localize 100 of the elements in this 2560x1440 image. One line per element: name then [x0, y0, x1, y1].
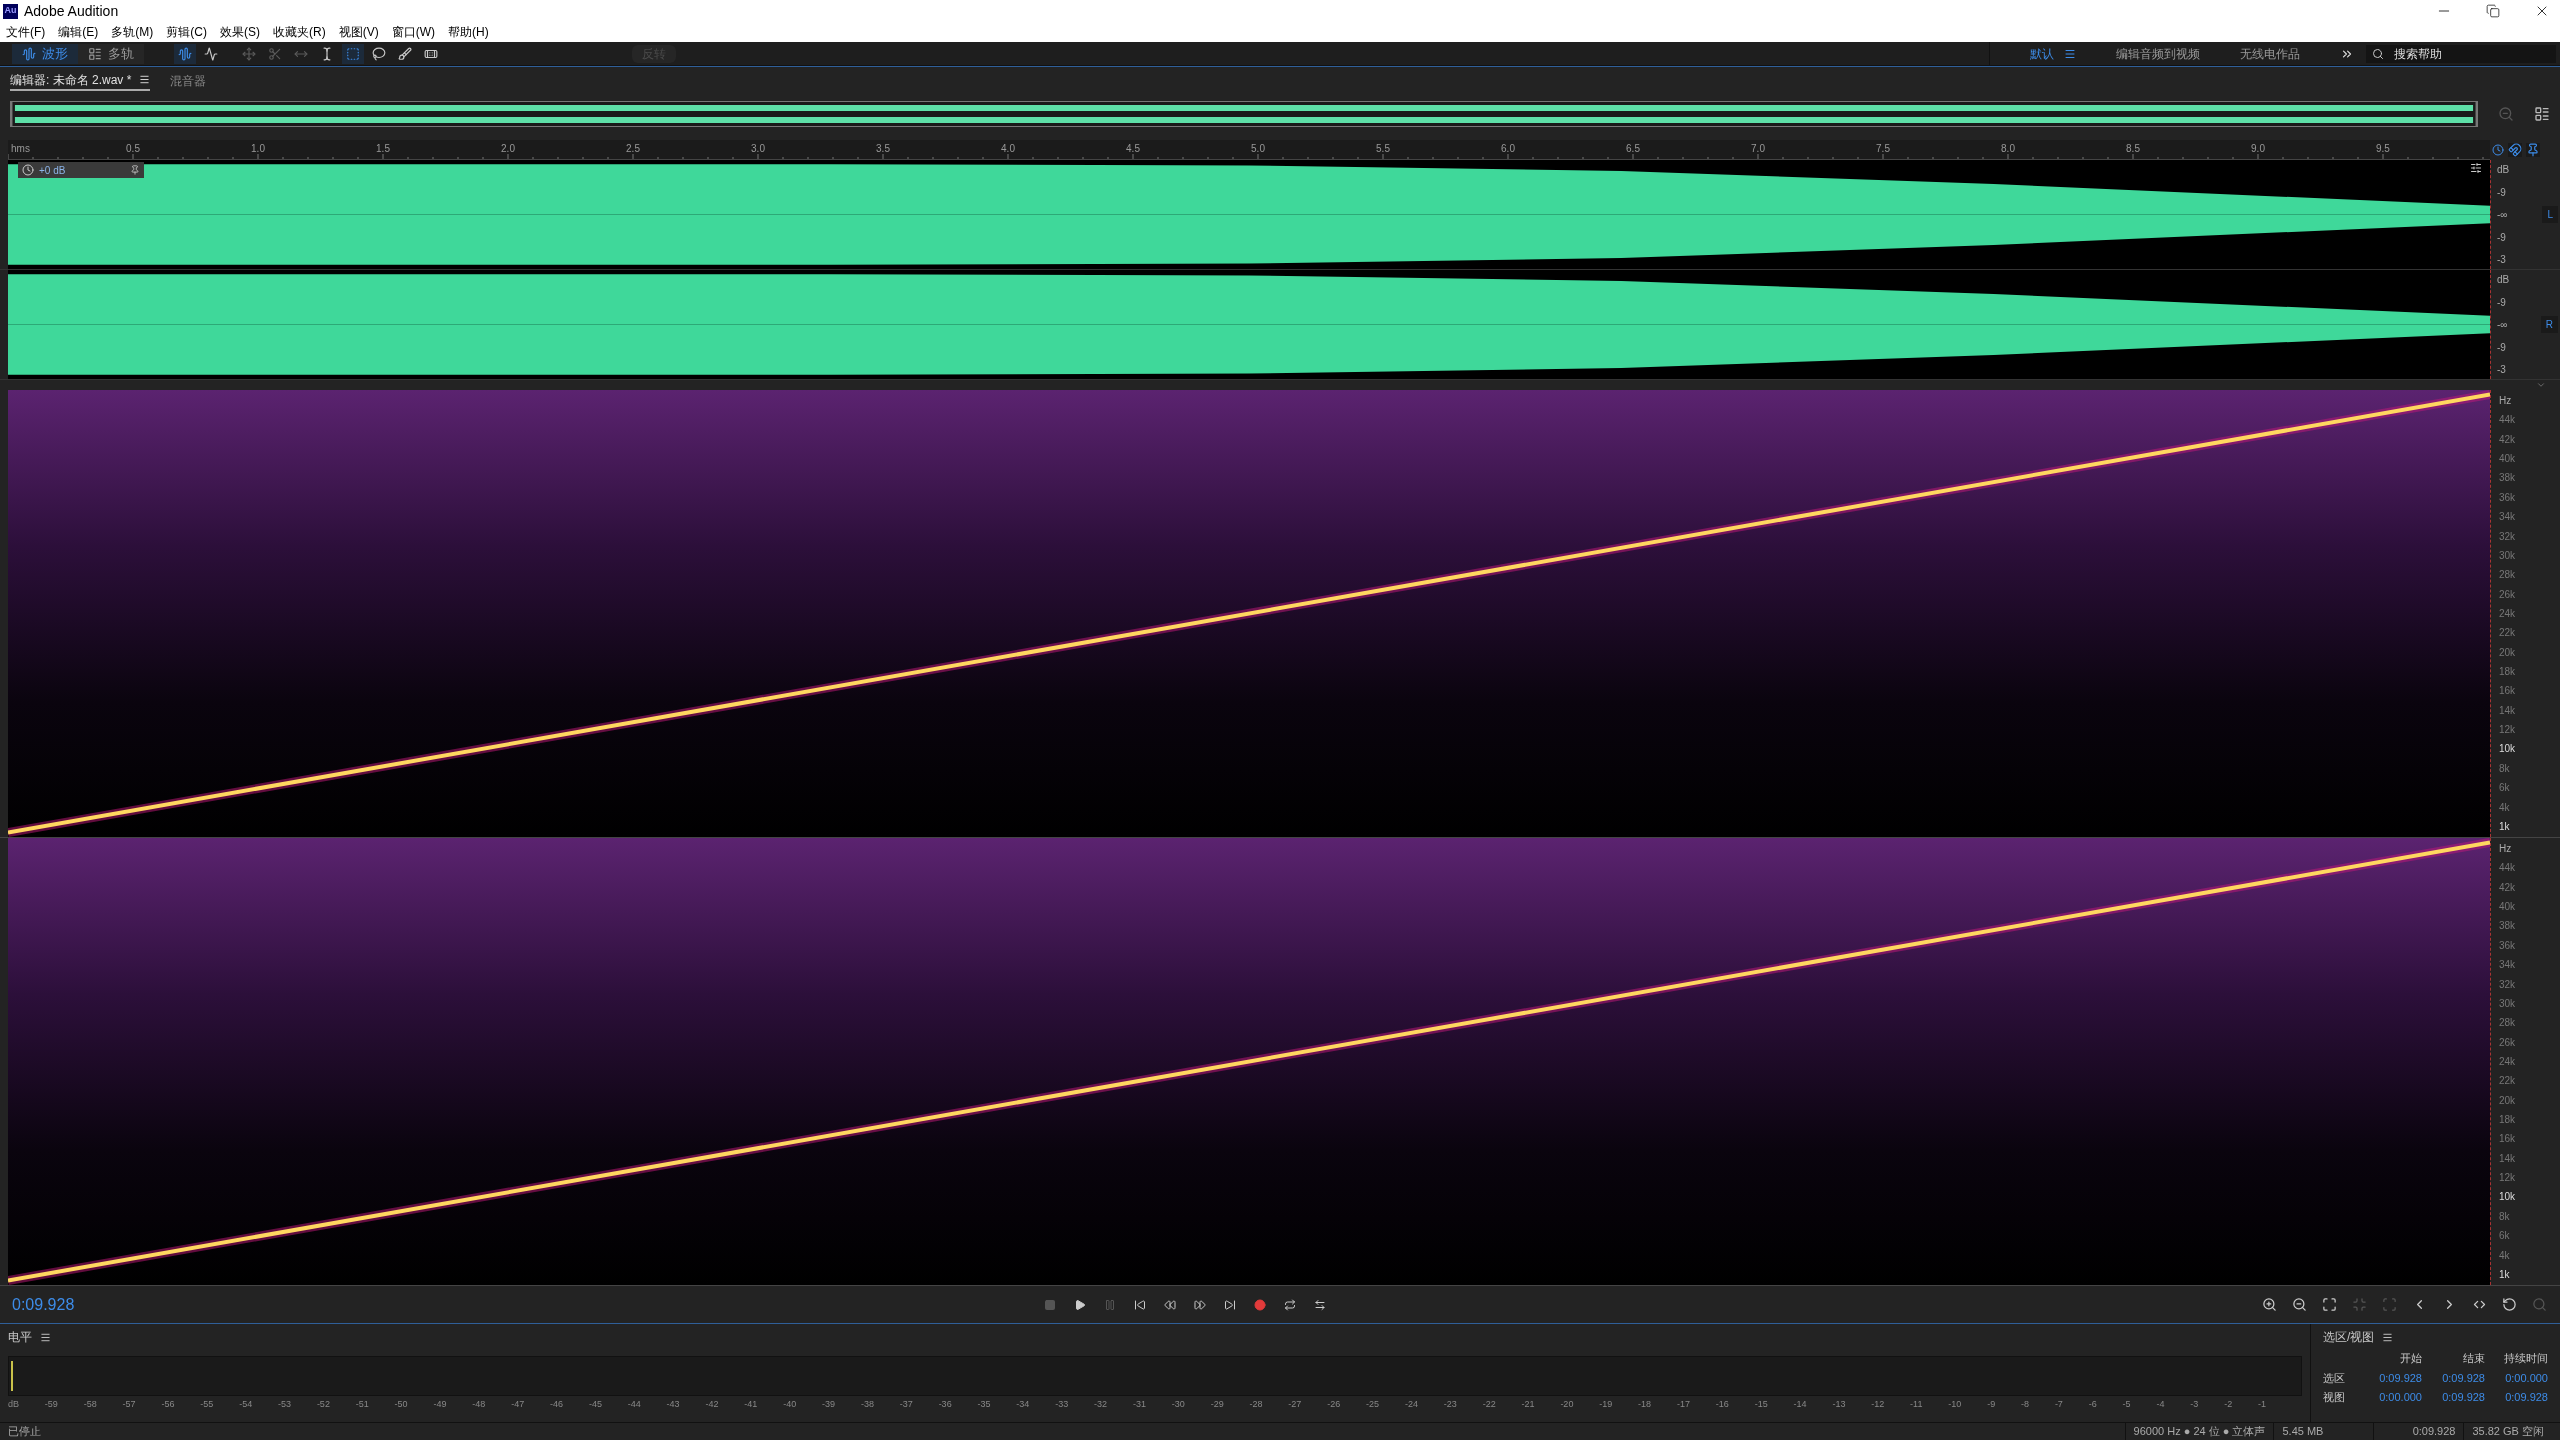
frequency-label: 38k: [2499, 919, 2517, 934]
list-icon[interactable]: [2534, 106, 2550, 122]
frequency-label: 12k: [2499, 723, 2517, 738]
db-scale-label: -∞: [2497, 208, 2509, 222]
meter-scale-label: -58: [83, 1398, 97, 1411]
column-header: 开始: [2399, 1351, 2422, 1366]
channel-button[interactable]: L: [2542, 206, 2558, 223]
ruler-label: 6.5: [1626, 142, 1640, 156]
meter-scale-label: dB: [8, 1398, 19, 1411]
channel-button[interactable]: R: [2540, 316, 2558, 333]
frequency-label: 10k: [2499, 742, 2517, 757]
brush-icon: [398, 46, 412, 61]
expand-icon: [2321, 1297, 2337, 1312]
search-input[interactable]: 搜索帮助: [2394, 44, 2544, 63]
column-header: 持续时间: [2503, 1351, 2548, 1366]
panel-tab[interactable]: 混音器: [170, 70, 207, 91]
view-mode-tab[interactable]: 多轨: [78, 43, 144, 64]
time-field[interactable]: 0:09.928: [2359, 1369, 2422, 1386]
menu-item[interactable]: 窗口(W): [391, 23, 435, 41]
frequency-label: 1k: [2499, 1267, 2511, 1282]
menu-item[interactable]: 视图(V): [338, 23, 379, 41]
meter-scale-label: -57: [122, 1398, 136, 1411]
menu-item[interactable]: 效果(S): [220, 23, 260, 41]
time-field[interactable]: 0:09.928: [2422, 1389, 2485, 1406]
db-scale-label: -9: [2497, 340, 2507, 355]
menu-item[interactable]: 多轨(M): [111, 23, 154, 41]
frequency-label: 24k: [2499, 606, 2517, 621]
zoom-in-icon: [2261, 1297, 2277, 1312]
meter-scale-label: -47: [511, 1398, 525, 1411]
frequency-label: 12k: [2499, 1171, 2517, 1186]
menu-item[interactable]: 文件(F): [6, 23, 46, 41]
menu-item[interactable]: 帮助(H): [448, 23, 489, 41]
frequency-label: 20k: [2499, 1093, 2517, 1108]
menu-icon[interactable]: [40, 1331, 51, 1343]
zoom-button[interactable]: [2260, 1295, 2278, 1314]
meter-scale-label: -51: [355, 1398, 369, 1411]
frequency-label: 36k: [2499, 938, 2517, 953]
left-right-arrow-icon: [1314, 1298, 1326, 1311]
meter-scale-label: -24: [1404, 1398, 1418, 1411]
time-field[interactable]: 0:09.928: [2422, 1369, 2485, 1386]
meter-scale-label: -5: [2122, 1398, 2131, 1411]
transport-button[interactable]: [1282, 1296, 1298, 1313]
frequency-label: 18k: [2499, 1113, 2517, 1128]
frequency-label: 14k: [2499, 703, 2517, 718]
frequency-label: 28k: [2499, 1016, 2517, 1031]
frequency-label: 32k: [2499, 529, 2517, 544]
fast-forward-icon: [1194, 1298, 1206, 1311]
view-mode-tab[interactable]: 波形: [12, 43, 78, 64]
pin-icon[interactable]: [2526, 143, 2540, 157]
sliders-icon[interactable]: [2470, 162, 2482, 174]
panel-tab[interactable]: 编辑器: 未命名 2.wav *: [10, 70, 151, 91]
meter-scale-label: -30: [1171, 1398, 1185, 1411]
waveform-icon: [178, 46, 192, 61]
search-field[interactable]: 搜索帮助: [2366, 44, 2556, 63]
row-label: 视图: [2323, 1390, 2346, 1405]
record-icon: [1254, 1298, 1266, 1311]
status-text: 已停止: [8, 1424, 41, 1440]
frequency-label: 26k: [2499, 587, 2517, 602]
menu-item[interactable]: 编辑(E): [58, 23, 99, 41]
time-field[interactable]: 0:00.000: [2359, 1389, 2422, 1406]
volume-hud[interactable]: +0 dB: [18, 162, 144, 178]
meter-scale-label: -20: [1560, 1398, 1574, 1411]
meter-scale-label: -18: [1638, 1398, 1652, 1411]
zoom-button[interactable]: [2320, 1295, 2338, 1314]
meter-scale-label: -19: [1599, 1398, 1613, 1411]
ruler-unit: hms: [11, 142, 30, 156]
time-ruler[interactable]: hms 0.5 1.0 1.5 2.0 2.5 3.0 3.5 4.0 4.5 5.0 5.5 6.0 6.5 7.0 7.5 8.0 8.5 9.0 9.5: [8, 140, 2490, 160]
rewind-icon: [1164, 1298, 1176, 1311]
meter-scale-label: -12: [1871, 1398, 1885, 1411]
free-space: 35.82 GB 空闲: [2463, 1423, 2552, 1440]
time-field[interactable]: 0:09.928: [2485, 1389, 2548, 1406]
meter-scale-label: -55: [200, 1398, 214, 1411]
workspace-tab[interactable]: 默认: [2030, 44, 2076, 63]
scan-icon: [2381, 1297, 2397, 1312]
row-label: 选区: [2323, 1370, 2346, 1386]
overview-waveform-drawing[interactable]: [10, 101, 2478, 127]
zoom-out-icon: [2291, 1297, 2307, 1312]
file-size: 5.45 MB: [2273, 1423, 2374, 1440]
menu-item[interactable]: 收藏夹(R): [273, 23, 326, 41]
db-scale-label: -9: [2497, 295, 2507, 310]
zoom-button[interactable]: [2500, 1295, 2518, 1314]
tool-button[interactable]: [174, 43, 196, 64]
ruler-label: 2.0: [501, 142, 515, 156]
zoom-button[interactable]: [2290, 1295, 2308, 1314]
restore-icon[interactable]: [2486, 4, 2500, 18]
meter-scale-label: -7: [2054, 1398, 2063, 1411]
workspace-tab[interactable]: 无线电作品: [2240, 44, 2300, 63]
menu-item[interactable]: 剪辑(C): [166, 23, 207, 41]
meter-scale-label: -50: [394, 1398, 408, 1411]
app-logo: Au: [3, 3, 18, 19]
magnet-icon[interactable]: [2508, 143, 2522, 157]
loop-icon: [1284, 1298, 1296, 1311]
time-field[interactable]: 0:00.000: [2485, 1369, 2548, 1386]
ruler-label: 8.0: [2001, 142, 2015, 156]
gain-value: +0 dB: [39, 163, 66, 178]
meter-scale-label: -35: [977, 1398, 991, 1411]
meter-scale-label: -14: [1793, 1398, 1807, 1411]
frequency-label: 1k: [2499, 819, 2511, 834]
workspace-tab[interactable]: 编辑音频到视频: [2116, 44, 2200, 63]
menu-icon[interactable]: [2382, 1331, 2394, 1343]
